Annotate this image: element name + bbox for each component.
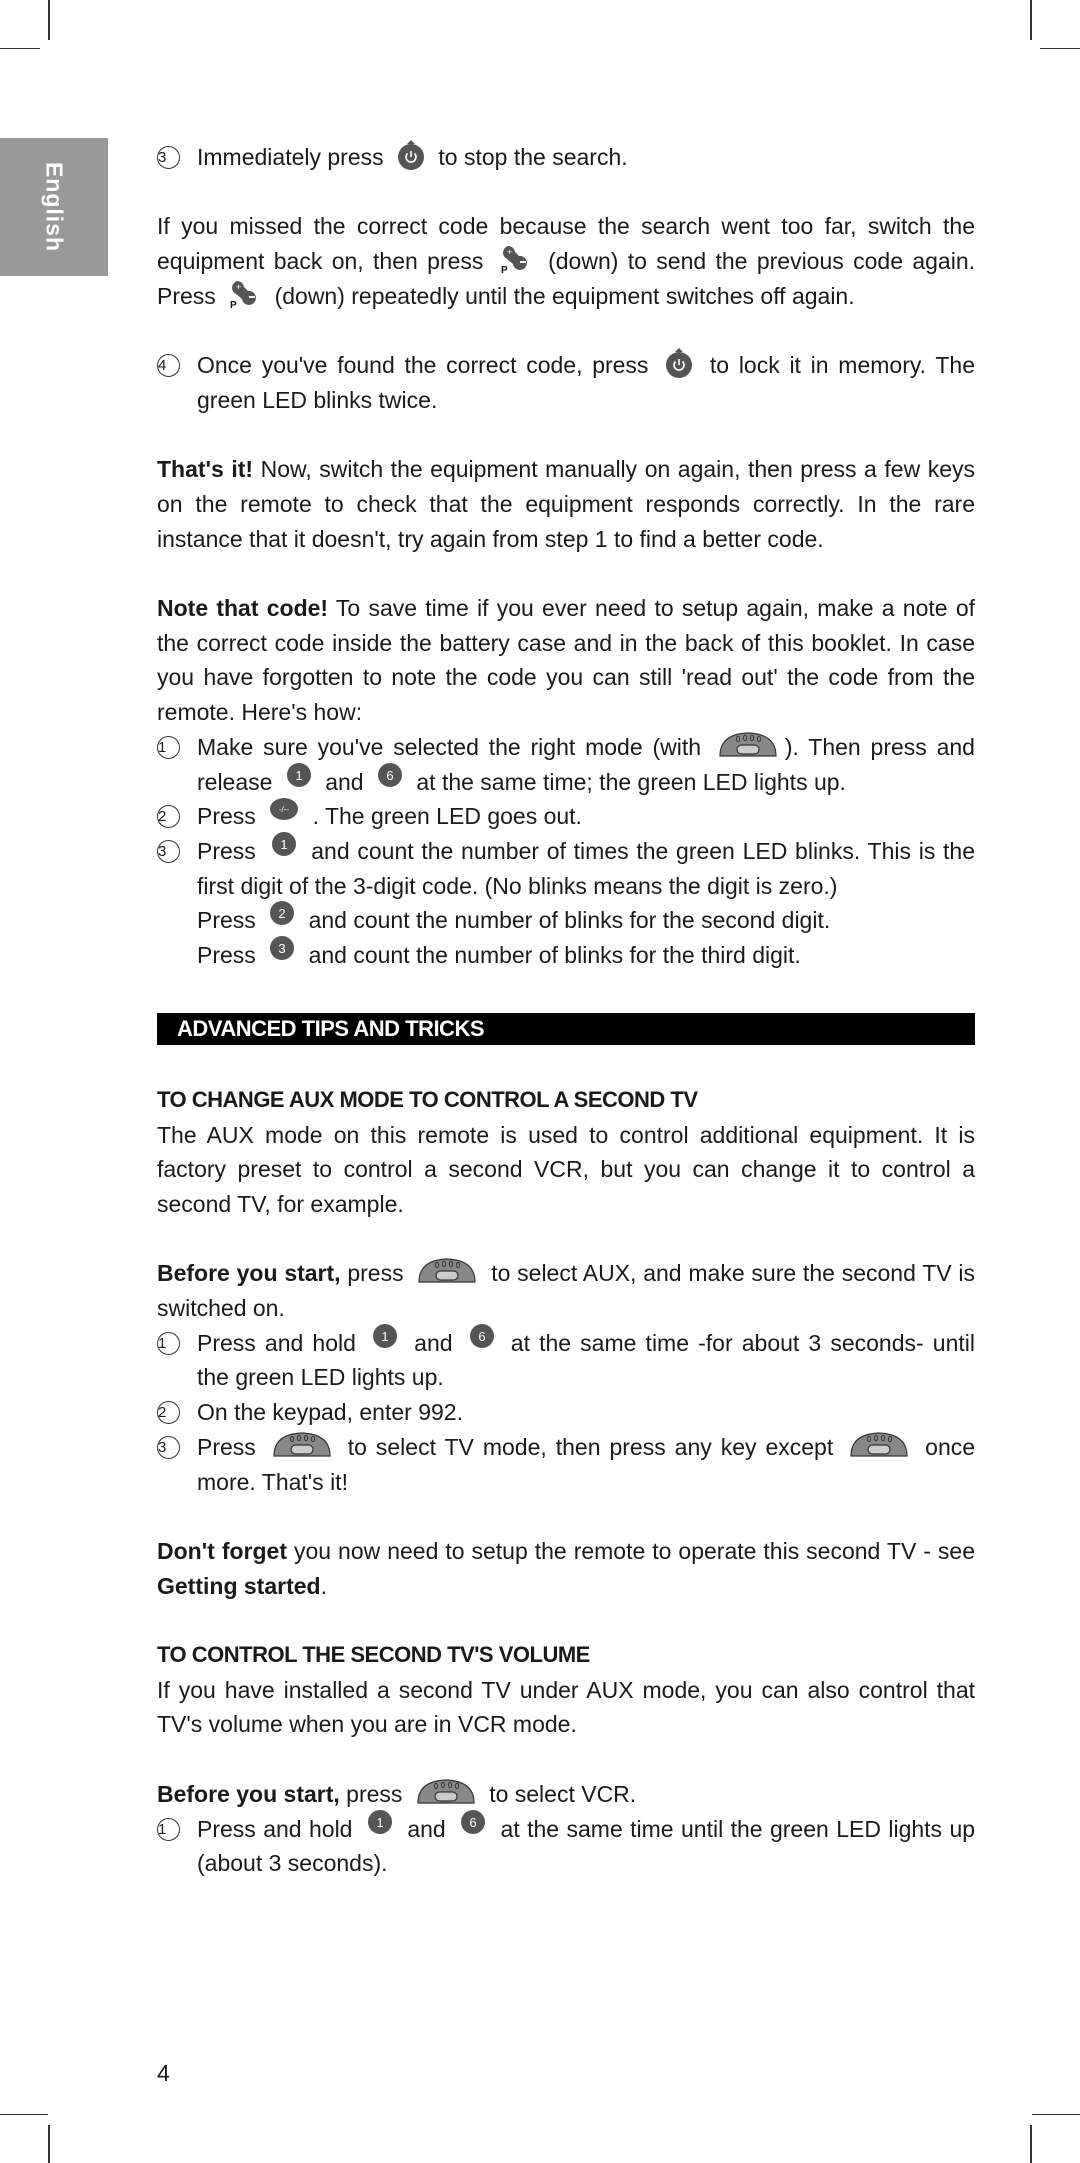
step-number: 4: [157, 354, 180, 378]
mode-select-button-icon: [850, 1432, 908, 1457]
aux-before-start: Before you start, press to select AUX, a…: [157, 1256, 975, 1325]
svg-text:1: 1: [280, 837, 287, 852]
crop-mark: [48, 2125, 50, 2163]
svg-text:P: P: [501, 265, 508, 274]
language-tab: English: [0, 138, 108, 276]
note-code-paragraph: Note that code! To save time if you ever…: [157, 595, 975, 726]
svg-text:6: 6: [478, 1329, 485, 1344]
crop-mark: [1040, 48, 1080, 49]
volume-intro: If you have installed a second TV under …: [157, 1676, 975, 1738]
program-down-button-icon: +P: [501, 246, 527, 274]
key-6-icon: 6: [376, 761, 404, 799]
step-number: 1: [157, 1817, 180, 1841]
svg-text:P: P: [230, 300, 237, 309]
svg-text:3: 3: [279, 941, 286, 956]
crop-mark: [48, 0, 50, 40]
crop-mark: [1030, 2125, 1032, 2163]
key-1-icon: 1: [285, 761, 313, 799]
volume-before-start: Before you start, press to select VCR.: [157, 1777, 975, 1812]
note-sub-line: Press 3 and count the number of blinks f…: [157, 936, 975, 973]
step-number: 3: [157, 146, 180, 169]
page-number: 4: [157, 2060, 170, 2086]
getting-started-reference: Getting started: [157, 1572, 321, 1599]
step-stop-search: 3 Immediately press to stop the search.: [157, 139, 975, 175]
aux-step-3: 3 Press to select TV mode, then press an…: [157, 1430, 975, 1499]
aux-step-1: 1 Press and hold 1 and 6 at the same tim…: [157, 1323, 975, 1395]
key-1-icon: 1: [371, 1322, 399, 1360]
step-number: 2: [157, 1401, 180, 1425]
page-content: 3 Immediately press to stop the search. …: [157, 139, 976, 1881]
mode-select-button-icon: [417, 1779, 475, 1804]
thats-it-paragraph: That's it! Now, switch the equipment man…: [157, 456, 975, 552]
missed-code-paragraph: If you missed the correct code because t…: [157, 213, 976, 309]
aux-step-2: 2 On the keypad, enter 992.: [157, 1399, 463, 1426]
svg-text:+: +: [236, 282, 241, 292]
svg-text:-/--: -/--: [279, 805, 290, 814]
note-step-1: 1 Make sure you've selected the right mo…: [157, 730, 975, 799]
step-number: 1: [157, 735, 180, 759]
note-step-2: 2 Press -/-- . The green LED goes out.: [157, 796, 975, 834]
mode-select-button-icon: [418, 1258, 476, 1283]
section-heading: TO CONTROL THE SECOND TV'S VOLUME: [157, 1642, 590, 1668]
note-step-3: 3 Press 1 and count the number of times …: [157, 832, 975, 903]
aux-intro: The AUX mode on this remote is used to c…: [157, 1121, 975, 1217]
section-heading: TO CHANGE AUX MODE TO CONTROL A SECOND T…: [157, 1086, 698, 1112]
standby-button-icon: [666, 348, 693, 379]
key-3-icon: 3: [268, 934, 296, 972]
key-1-icon: 1: [366, 1808, 394, 1846]
key-6-icon: 6: [459, 1808, 487, 1846]
note-sub-line: Press 2 and count the number of blinks f…: [157, 901, 975, 938]
svg-text:6: 6: [386, 768, 393, 783]
dont-forget-paragraph: Don't forget you now need to setup the r…: [157, 1537, 975, 1599]
step-lock-code: 4 Once you've found the correct code, pr…: [157, 348, 975, 417]
crop-mark: [1030, 0, 1032, 40]
key-2-icon: 2: [268, 899, 296, 937]
key-1-icon: 1: [270, 830, 298, 868]
svg-text:1: 1: [381, 1329, 388, 1344]
step-number: 3: [157, 1435, 180, 1459]
standby-button-icon: [398, 139, 425, 170]
mode-select-button-icon: [719, 732, 777, 757]
svg-text:1: 1: [295, 768, 302, 783]
section-header-bar: ADVANCED TIPS AND TRICKS: [157, 1012, 975, 1045]
crop-mark: [0, 2114, 48, 2115]
program-down-button-icon: +P: [230, 280, 257, 309]
volume-step-1: 1 Press and hold 1 and 6 at the same tim…: [157, 1809, 975, 1881]
mode-select-button-icon: [273, 1432, 331, 1457]
crop-mark: [0, 48, 40, 49]
svg-text:2: 2: [279, 906, 286, 921]
key-6-icon: 6: [468, 1322, 496, 1360]
step-number: 1: [157, 1331, 180, 1355]
step-number: 3: [157, 840, 180, 863]
step-number: 2: [157, 805, 180, 829]
language-tab-label: English: [41, 161, 68, 253]
svg-text:+: +: [507, 247, 512, 257]
digit-entry-key-icon: -/--: [268, 796, 300, 832]
svg-text:6: 6: [469, 1815, 476, 1830]
crop-mark: [1032, 2114, 1080, 2115]
svg-text:1: 1: [376, 1815, 383, 1830]
